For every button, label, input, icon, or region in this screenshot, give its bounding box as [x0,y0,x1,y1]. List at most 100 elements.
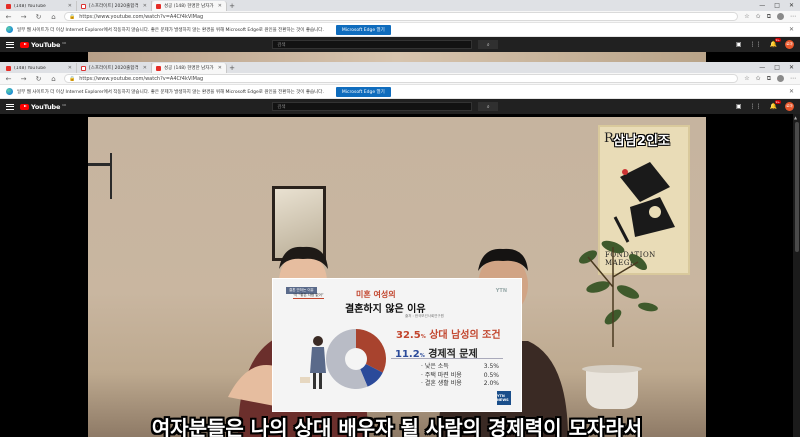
window-controls: — □ ✕ [759,62,800,73]
search-placeholder: 검색 [277,104,286,110]
reload-icon[interactable]: ↻ [34,73,43,85]
lock-icon: 🔒 [69,75,76,82]
home-icon[interactable]: ⌂ [49,11,58,23]
forward-arrow-icon[interactable]: → [19,11,28,23]
close-infobar-icon[interactable]: ✕ [789,26,794,33]
back-arrow-icon[interactable]: ← [4,11,13,23]
address-text: https://www.youtube.com/watch?v=A4Cf4kVl… [79,13,204,20]
close-tab-icon[interactable]: ✕ [143,65,147,71]
avatar[interactable]: 로마 [785,40,794,49]
stat-breakdown: · 낮은 소득 3.5% · 주택 마련 비용 0.5% · 결혼 생활 비용 … [421,363,499,389]
youtube-logo[interactable]: YouTube KR [20,41,66,49]
new-tab-button[interactable]: + [227,1,237,11]
avatar[interactable]: 로마 [785,102,794,111]
page-scrollbar[interactable]: ▲ [793,114,800,437]
tab-blog[interactable]: [스프라이트] 2020출합격 후기 ✕ [77,1,152,11]
info-message: 일부 웹 사이트가 더 이상 Internet Explorer에서 작동하지 … [17,27,324,33]
menu-icon[interactable] [6,103,14,110]
search-placeholder: 검색 [277,42,286,48]
logo-region: KR [62,40,67,45]
favorites-list-icon[interactable]: ✩ [756,13,761,20]
forward-arrow-icon[interactable]: → [19,73,28,85]
breakdown-value: 0.5% [483,371,499,379]
maximize-icon[interactable]: □ [774,2,780,9]
favorites-list-icon[interactable]: ✩ [756,75,761,82]
close-tab-icon[interactable]: ✕ [68,65,72,71]
scroll-up-icon[interactable]: ▲ [794,115,797,120]
stat-primary-unit: % [420,334,426,340]
donut-chart [326,329,386,389]
ie-mode-infobar: 일부 웹 사이트가 더 이상 Internet Explorer에서 작동하지 … [0,23,800,37]
notification-count: 9+ [774,100,781,104]
broadcaster-mark: YTN [495,288,507,294]
open-edge-button[interactable]: Microsoft Edge 열기 [335,24,391,35]
apps-icon[interactable]: ⋮⋮ [750,103,762,110]
video-strip-back [0,52,800,62]
close-infobar-icon[interactable]: ✕ [789,88,794,95]
tab-bar: (148) YouTube ✕ [스프라이트] 2020출합격 후기 ✕ 성공 … [0,0,800,11]
video-player[interactable]: R FONDATION MAEGHT [88,117,706,437]
tab-title: 성공 (148) 현명한 남자가 결혼도 [164,4,215,9]
reload-icon[interactable]: ↻ [34,11,43,23]
close-window-icon[interactable]: ✕ [789,2,794,9]
close-tab-icon[interactable]: ✕ [68,3,72,9]
tab-blog[interactable]: [스프라이트] 2020출합격 후기 ✕ [77,63,152,73]
search-button[interactable]: ⌕ [478,40,499,49]
scrollbar-thumb[interactable] [794,122,799,252]
home-icon[interactable]: ⌂ [49,73,58,85]
ytn-logo: YTN NEWS [497,391,511,405]
logo-text: YouTube [31,40,61,49]
tab-video[interactable]: 성공 (148) 현명한 남자가 결혼도 ✕ [152,63,227,73]
tab-video[interactable]: 성공 (148) 현명한 남자가 결혼도 ✕ [152,1,227,11]
notifications-bell-icon[interactable]: 🔔 9+ [770,38,781,48]
tab-youtube[interactable]: (148) YouTube ✕ [2,1,77,11]
close-tab-icon[interactable]: ✕ [218,65,222,71]
favorite-star-icon[interactable]: ☆ [744,13,749,20]
more-menu-icon[interactable]: ⋯ [790,13,796,20]
header-actions: ▣ ⋮⋮ 🔔 9+ 로마 [736,100,794,111]
favorite-star-icon[interactable]: ☆ [744,75,749,82]
tab-title: (148) YouTube [14,3,46,9]
minimize-icon[interactable]: — [759,2,765,9]
tab-title: 성공 (148) 현명한 남자가 결혼도 [164,66,215,71]
profile-icon[interactable] [777,13,784,20]
toolbar-icons: ☆ ✩ ⧉ ⋯ [744,75,796,83]
stat-primary-value: 32.5 [396,330,421,341]
menu-icon[interactable] [6,41,14,48]
close-window-icon[interactable]: ✕ [789,64,794,71]
collections-icon[interactable]: ⧉ [767,13,771,21]
plant-pot [582,365,642,409]
toolbar-icons: ☆ ✩ ⧉ ⋯ [744,13,796,21]
youtube-header: YouTube KR 검색 ⌕ ▣ ⋮⋮ 🔔 9+ 로마 [0,37,800,52]
youtube-play-icon [20,41,29,48]
notification-count: 9+ [774,38,781,42]
collections-icon[interactable]: ⧉ [767,75,771,83]
search-button[interactable]: ⌕ [478,102,499,111]
breakdown-row: · 낮은 소득 3.5% [421,363,499,372]
back-arrow-icon[interactable]: ← [4,73,13,85]
stat-primary-label: 상대 남성의 조건 [429,330,501,341]
youtube-logo[interactable]: YouTube KR [20,103,66,111]
close-tab-icon[interactable]: ✕ [143,3,147,9]
minimize-icon[interactable]: — [759,64,765,71]
maximize-icon[interactable]: □ [774,64,780,71]
search-input[interactable]: 검색 [272,40,473,49]
new-tab-button[interactable]: + [227,63,237,73]
window-controls: — □ ✕ [759,0,800,11]
notifications-bell-icon[interactable]: 🔔 9+ [770,100,781,110]
youtube-favicon-icon [6,3,11,9]
open-edge-button[interactable]: Microsoft Edge 열기 [335,86,391,97]
apps-icon[interactable]: ⋮⋮ [750,41,762,48]
search-input[interactable]: 검색 [272,102,473,111]
tab-bar: (148) YouTube ✕ [스프라이트] 2020출합격 후기 ✕ 성공 … [0,62,800,73]
close-tab-icon[interactable]: ✕ [218,3,222,9]
create-video-icon[interactable]: ▣ [736,103,742,110]
create-video-icon[interactable]: ▣ [736,41,742,48]
address-bar[interactable]: 🔒 https://www.youtube.com/watch?v=A4Cf4k… [64,74,739,83]
tab-youtube[interactable]: (148) YouTube ✕ [2,63,77,73]
breakdown-label: · 주택 마련 비용 [421,371,462,379]
profile-icon[interactable] [777,75,784,82]
address-bar[interactable]: 🔒 https://www.youtube.com/watch?v=A4Cf4k… [64,12,739,21]
lock-icon: 🔒 [69,13,76,20]
more-menu-icon[interactable]: ⋯ [790,75,796,82]
